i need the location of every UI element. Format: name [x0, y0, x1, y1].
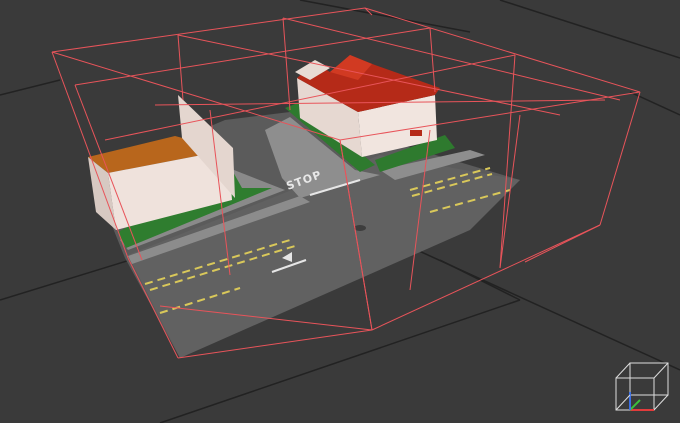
view-cube-y-axis	[629, 399, 641, 411]
building-right-door	[410, 130, 422, 136]
3d-viewport[interactable]: STOP	[0, 0, 680, 423]
view-cube-back-face	[629, 362, 669, 396]
scene-canvas[interactable]: STOP	[0, 0, 680, 423]
view-cube-gizmo[interactable]	[615, 362, 669, 411]
manhole-icon	[354, 225, 366, 231]
